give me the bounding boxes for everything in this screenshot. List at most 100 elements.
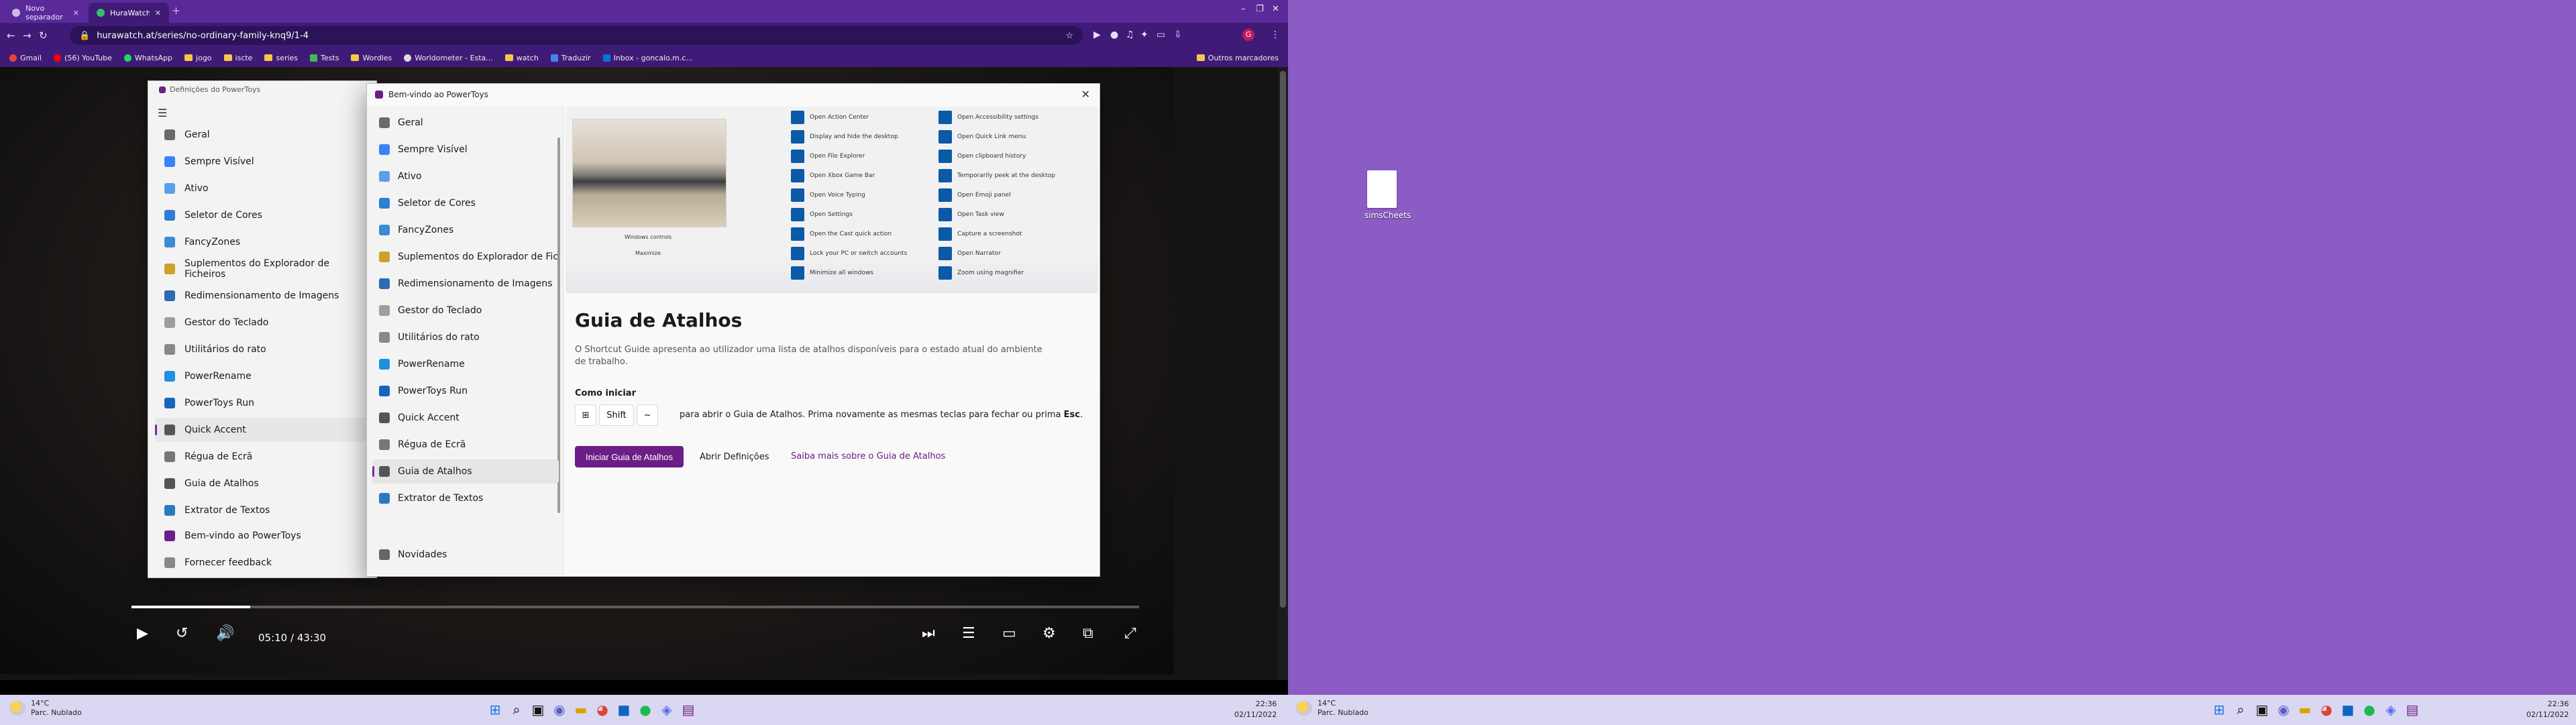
bookmark-traduzir[interactable]: Traduzir — [550, 54, 591, 62]
desktop-icon-simscheets[interactable]: simsCheets — [1364, 170, 1411, 220]
settings-nav-item[interactable]: Quick Accent — [155, 418, 370, 442]
welcome-nav-item[interactable]: PowerRename — [372, 352, 559, 376]
page-scrollbar[interactable] — [1278, 67, 1288, 680]
bookmark-folder-wordles[interactable]: Wordles — [351, 54, 392, 62]
welcome-nav-item[interactable]: Ativo — [372, 164, 559, 188]
app-icon[interactable]: ■ — [2339, 700, 2357, 719]
chrome-icon[interactable]: ◕ — [2317, 700, 2336, 719]
file-explorer-icon[interactable]: ▬ — [572, 700, 590, 719]
welcome-nav-item[interactable]: Gestor do Teclado — [372, 298, 559, 323]
launch-shortcut-guide-button[interactable]: Iniciar Guia de Atalhos — [575, 446, 684, 467]
subtitles-icon[interactable]: ▭ — [1002, 625, 1016, 642]
bookmark-whatsapp[interactable]: WhatsApp — [123, 54, 172, 62]
settings-nav-item[interactable]: Guia de Atalhos — [155, 471, 370, 496]
file-explorer-icon[interactable]: ▬ — [2296, 700, 2314, 719]
welcome-nav-item[interactable]: Quick Accent — [372, 406, 559, 430]
star-icon[interactable]: ☆ — [1065, 31, 1073, 41]
next-episode-icon[interactable]: ⏭ — [922, 625, 935, 642]
clock-2[interactable]: 22:36 02/11/2022 — [2526, 699, 2569, 720]
volume-icon[interactable]: 🔊 — [216, 625, 234, 642]
weather-widget-2[interactable]: 14°C Parc. Nublado — [1296, 699, 1368, 718]
extensions-puzzle-icon[interactable]: ✦ — [1140, 30, 1148, 40]
video-progress-bar[interactable] — [131, 606, 1139, 608]
bookmark-inbox[interactable]: Inbox - goncalo.m.c... — [602, 54, 693, 62]
welcome-nav-item[interactable]: Redimensionamento de Imagens — [372, 272, 559, 296]
settings-nav-item[interactable]: Geral — [155, 123, 370, 147]
reload-icon[interactable]: ↻ — [39, 30, 48, 42]
restore-icon[interactable]: ❐ — [1256, 4, 1264, 14]
tab-hurawatch[interactable]: HuraWatch | Watch No Ordinary ✕ — [89, 3, 169, 23]
welcome-nav-item[interactable]: Extrator de Textos — [372, 486, 559, 510]
pip-icon[interactable]: ⧉ — [1083, 625, 1093, 642]
sidebar-icon[interactable]: ▭ — [1157, 30, 1165, 40]
powertoys-taskbar-icon[interactable]: ▤ — [2403, 700, 2422, 719]
new-tab-icon[interactable]: ＋ — [172, 4, 180, 17]
extension-icon-2[interactable]: ● — [1110, 30, 1118, 40]
media-icon[interactable]: ♫ — [1126, 30, 1134, 40]
settings-footer-item[interactable]: Bem-vindo ao PowerToys — [155, 524, 370, 548]
settings-gear-icon[interactable]: ⚙ — [1042, 625, 1056, 642]
start-icon[interactable]: ⊞ — [2210, 700, 2229, 719]
settings-nav-item[interactable]: Seletor de Cores — [155, 203, 370, 227]
welcome-nav-item[interactable]: Suplementos do Explorador de Fiche — [372, 245, 559, 269]
settings-nav-item[interactable]: FancyZones — [155, 230, 370, 254]
extension-icon[interactable]: ▶ — [1093, 30, 1101, 40]
bookmark-gmail[interactable]: Gmail — [9, 54, 42, 62]
close-icon[interactable]: ✕ — [73, 9, 79, 17]
settings-nav-item[interactable]: Régua de Ecrã — [155, 445, 370, 469]
bookmark-worldometer[interactable]: Worldometer - Esta... — [404, 54, 493, 62]
welcome-nav-item[interactable]: FancyZones — [372, 218, 559, 242]
discord-icon[interactable]: ◈ — [2381, 700, 2400, 719]
rewind-icon[interactable]: ↺ — [176, 625, 188, 642]
discord-icon[interactable]: ◈ — [657, 700, 676, 719]
tab-new-tab[interactable]: Novo separador ✕ — [4, 3, 87, 23]
whats-new-item[interactable]: Novidades — [372, 543, 559, 567]
profile-avatar-icon[interactable]: G — [1242, 29, 1254, 41]
play-icon[interactable]: ▶ — [137, 625, 148, 642]
app-icon[interactable]: ■ — [614, 700, 633, 719]
bookmark-youtube[interactable]: (56) YouTube — [54, 54, 112, 62]
spotify-icon[interactable]: ● — [2360, 700, 2379, 719]
open-settings-button[interactable]: Abrir Definições — [692, 446, 777, 467]
bookmark-folder-series[interactable]: series — [264, 54, 298, 62]
welcome-nav-item[interactable]: Geral — [372, 111, 559, 135]
hamburger-menu-icon[interactable]: ☰ — [158, 107, 167, 119]
settings-nav-item[interactable]: Gestor do Teclado — [155, 311, 370, 335]
scrollbar-thumb[interactable] — [1280, 71, 1286, 608]
settings-nav-item[interactable]: Sempre Visível — [155, 150, 370, 174]
start-icon[interactable]: ⊞ — [486, 700, 504, 719]
settings-nav-item[interactable]: PowerToys Run — [155, 391, 370, 415]
task-view-icon[interactable]: ▣ — [529, 700, 547, 719]
settings-nav-item[interactable]: Suplementos do Explorador de Ficheiros — [155, 257, 370, 281]
spotify-icon[interactable]: ● — [636, 700, 655, 719]
welcome-nav-item[interactable]: Utilitários do rato — [372, 325, 559, 349]
welcome-nav-item[interactable]: Guia de Atalhos — [372, 459, 559, 484]
chat-icon[interactable]: ◉ — [2274, 700, 2293, 719]
bookmark-folder-watch[interactable]: watch — [504, 54, 539, 62]
weather-widget[interactable]: 14°C Parc. Nublado — [9, 699, 82, 718]
bookmark-tests[interactable]: Tests — [310, 54, 339, 62]
search-icon[interactable]: ⌕ — [507, 700, 526, 719]
settings-nav-item[interactable]: PowerRename — [155, 364, 370, 388]
settings-nav-item[interactable]: Utilitários do rato — [155, 337, 370, 361]
settings-nav-item[interactable]: Ativo — [155, 176, 370, 201]
settings-footer-item[interactable]: Fornecer feedback — [155, 551, 370, 575]
bookmark-folder-jogo[interactable]: jogo — [184, 54, 212, 62]
welcome-nav-item[interactable]: Sempre Visível — [372, 137, 559, 162]
chrome-icon[interactable]: ◕ — [593, 700, 612, 719]
download-icon[interactable]: ⇩ — [1174, 30, 1182, 40]
address-bar[interactable]: 🔒 hurawatch.at/series/no-ordinary-family… — [70, 26, 1083, 45]
bookmark-other[interactable]: Outros marcadores — [1196, 54, 1279, 62]
settings-nav-item[interactable]: Redimensionamento de Imagens — [155, 284, 370, 308]
task-view-icon[interactable]: ▣ — [2253, 700, 2271, 719]
forward-icon[interactable]: → — [23, 30, 32, 42]
learn-more-link[interactable]: Saiba mais sobre o Guia de Atalhos — [791, 451, 945, 461]
clock[interactable]: 22:36 02/11/2022 — [1234, 699, 1277, 720]
menu-kebab-icon[interactable]: ⋮ — [1271, 30, 1280, 40]
episodes-icon[interactable]: ☰ — [962, 625, 975, 642]
search-icon[interactable]: ⌕ — [2231, 700, 2250, 719]
close-icon[interactable]: ✕ — [155, 9, 161, 17]
back-icon[interactable]: ← — [7, 30, 15, 42]
chat-icon[interactable]: ◉ — [550, 700, 569, 719]
close-window-icon[interactable]: ✕ — [1272, 4, 1279, 14]
